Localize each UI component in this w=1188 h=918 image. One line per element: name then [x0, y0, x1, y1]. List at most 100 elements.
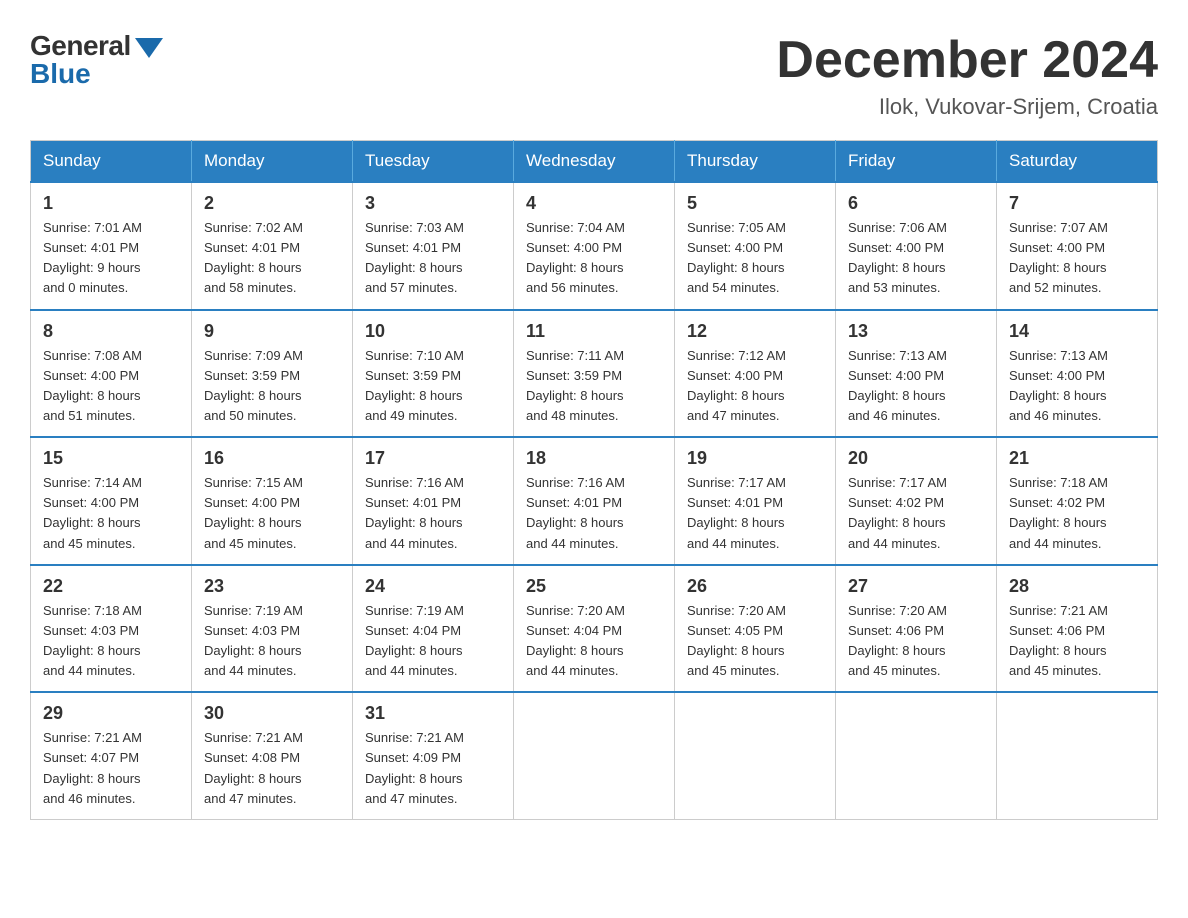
- calendar-cell: 14Sunrise: 7:13 AM Sunset: 4:00 PM Dayli…: [997, 310, 1158, 438]
- calendar-cell: 3Sunrise: 7:03 AM Sunset: 4:01 PM Daylig…: [353, 182, 514, 310]
- calendar-cell: [514, 692, 675, 819]
- day-info: Sunrise: 7:14 AM Sunset: 4:00 PM Dayligh…: [43, 473, 179, 554]
- day-number: 11: [526, 321, 662, 342]
- day-info: Sunrise: 7:19 AM Sunset: 4:03 PM Dayligh…: [204, 601, 340, 682]
- calendar-cell: 29 Sunrise: 7:21 AM Sunset: 4:07 PM Dayli…: [31, 692, 192, 819]
- calendar-cell: 30 Sunrise: 7:21 AM Sunset: 4:08 PM Dayli…: [192, 692, 353, 819]
- day-info: Sunrise: 7:18 AM Sunset: 4:03 PM Dayligh…: [43, 601, 179, 682]
- day-number: 1: [43, 193, 179, 214]
- day-info: Sunrise: 7:13 AM Sunset: 4:00 PM Dayligh…: [848, 346, 984, 427]
- calendar-cell: 23 Sunrise: 7:19 AM Sunset: 4:03 PM Dayli…: [192, 565, 353, 693]
- day-number: 8: [43, 321, 179, 342]
- day-number: 28: [1009, 576, 1145, 597]
- day-info: Sunrise: 7:21 AM Sunset: 4:08 PM Dayligh…: [204, 728, 340, 809]
- page-header: General Blue December 2024 Ilok, Vukovar…: [30, 30, 1158, 120]
- calendar-cell: 7 Sunrise: 7:07 AM Sunset: 4:00 PM Daylig…: [997, 182, 1158, 310]
- calendar-cell: 20 Sunrise: 7:17 AM Sunset: 4:02 PM Dayli…: [836, 437, 997, 565]
- calendar-cell: 12 Sunrise: 7:12 AM Sunset: 4:00 PM Dayli…: [675, 310, 836, 438]
- calendar-week-row: 8 Sunrise: 7:08 AM Sunset: 4:00 PM Daylig…: [31, 310, 1158, 438]
- day-info: Sunrise: 7:17 AM Sunset: 4:01 PM Dayligh…: [687, 473, 823, 554]
- day-info: Sunrise: 7:12 AM Sunset: 4:00 PM Dayligh…: [687, 346, 823, 427]
- day-number: 23: [204, 576, 340, 597]
- day-number: 17: [365, 448, 501, 469]
- calendar-header-thursday: Thursday: [675, 141, 836, 183]
- day-info: Sunrise: 7:01 AM Sunset: 4:01 PM Dayligh…: [43, 218, 179, 299]
- calendar-cell: 10 Sunrise: 7:10 AM Sunset: 3:59 PM Dayli…: [353, 310, 514, 438]
- day-number: 7: [1009, 193, 1145, 214]
- day-number: 29: [43, 703, 179, 724]
- day-number: 6: [848, 193, 984, 214]
- calendar-header-wednesday: Wednesday: [514, 141, 675, 183]
- day-number: 3: [365, 193, 501, 214]
- calendar-cell: 18Sunrise: 7:16 AM Sunset: 4:01 PM Dayli…: [514, 437, 675, 565]
- day-info: Sunrise: 7:16 AM Sunset: 4:01 PM Dayligh…: [365, 473, 501, 554]
- day-info: Sunrise: 7:19 AM Sunset: 4:04 PM Dayligh…: [365, 601, 501, 682]
- calendar-header-monday: Monday: [192, 141, 353, 183]
- calendar-cell: 21 Sunrise: 7:18 AM Sunset: 4:02 PM Dayli…: [997, 437, 1158, 565]
- day-number: 20: [848, 448, 984, 469]
- calendar-cell: 6 Sunrise: 7:06 AM Sunset: 4:00 PM Daylig…: [836, 182, 997, 310]
- calendar-header-tuesday: Tuesday: [353, 141, 514, 183]
- day-number: 21: [1009, 448, 1145, 469]
- calendar-cell: 4Sunrise: 7:04 AM Sunset: 4:00 PM Daylig…: [514, 182, 675, 310]
- calendar-cell: 15 Sunrise: 7:14 AM Sunset: 4:00 PM Dayli…: [31, 437, 192, 565]
- day-number: 5: [687, 193, 823, 214]
- calendar-cell: 22 Sunrise: 7:18 AM Sunset: 4:03 PM Dayli…: [31, 565, 192, 693]
- logo: General Blue: [30, 30, 163, 90]
- day-info: Sunrise: 7:20 AM Sunset: 4:05 PM Dayligh…: [687, 601, 823, 682]
- day-number: 9: [204, 321, 340, 342]
- day-info: Sunrise: 7:07 AM Sunset: 4:00 PM Dayligh…: [1009, 218, 1145, 299]
- day-number: 15: [43, 448, 179, 469]
- day-info: Sunrise: 7:20 AM Sunset: 4:04 PM Dayligh…: [526, 601, 662, 682]
- day-number: 24: [365, 576, 501, 597]
- day-number: 14: [1009, 321, 1145, 342]
- calendar-cell: 17 Sunrise: 7:16 AM Sunset: 4:01 PM Dayli…: [353, 437, 514, 565]
- calendar-week-row: 22 Sunrise: 7:18 AM Sunset: 4:03 PM Dayli…: [31, 565, 1158, 693]
- calendar-cell: 16 Sunrise: 7:15 AM Sunset: 4:00 PM Dayli…: [192, 437, 353, 565]
- calendar-cell: 25Sunrise: 7:20 AM Sunset: 4:04 PM Dayli…: [514, 565, 675, 693]
- day-info: Sunrise: 7:20 AM Sunset: 4:06 PM Dayligh…: [848, 601, 984, 682]
- day-number: 22: [43, 576, 179, 597]
- calendar-week-row: 15 Sunrise: 7:14 AM Sunset: 4:00 PM Dayli…: [31, 437, 1158, 565]
- day-info: Sunrise: 7:21 AM Sunset: 4:07 PM Dayligh…: [43, 728, 179, 809]
- day-info: Sunrise: 7:21 AM Sunset: 4:06 PM Dayligh…: [1009, 601, 1145, 682]
- day-number: 18: [526, 448, 662, 469]
- day-number: 26: [687, 576, 823, 597]
- calendar-cell: 31 Sunrise: 7:21 AM Sunset: 4:09 PM Dayli…: [353, 692, 514, 819]
- calendar-cell: 27 Sunrise: 7:20 AM Sunset: 4:06 PM Dayli…: [836, 565, 997, 693]
- day-info: Sunrise: 7:17 AM Sunset: 4:02 PM Dayligh…: [848, 473, 984, 554]
- day-info: Sunrise: 7:21 AM Sunset: 4:09 PM Dayligh…: [365, 728, 501, 809]
- calendar-cell: 8 Sunrise: 7:08 AM Sunset: 4:00 PM Daylig…: [31, 310, 192, 438]
- day-number: 31: [365, 703, 501, 724]
- day-info: Sunrise: 7:02 AM Sunset: 4:01 PM Dayligh…: [204, 218, 340, 299]
- day-number: 10: [365, 321, 501, 342]
- calendar-cell: 28 Sunrise: 7:21 AM Sunset: 4:06 PM Dayli…: [997, 565, 1158, 693]
- day-info: Sunrise: 7:10 AM Sunset: 3:59 PM Dayligh…: [365, 346, 501, 427]
- day-number: 27: [848, 576, 984, 597]
- day-number: 2: [204, 193, 340, 214]
- day-number: 19: [687, 448, 823, 469]
- day-info: Sunrise: 7:06 AM Sunset: 4:00 PM Dayligh…: [848, 218, 984, 299]
- calendar-cell: [836, 692, 997, 819]
- calendar-week-row: 29 Sunrise: 7:21 AM Sunset: 4:07 PM Dayli…: [31, 692, 1158, 819]
- day-number: 12: [687, 321, 823, 342]
- day-number: 4: [526, 193, 662, 214]
- calendar-week-row: 1 Sunrise: 7:01 AM Sunset: 4:01 PM Daylig…: [31, 182, 1158, 310]
- day-info: Sunrise: 7:09 AM Sunset: 3:59 PM Dayligh…: [204, 346, 340, 427]
- calendar-cell: [997, 692, 1158, 819]
- day-info: Sunrise: 7:15 AM Sunset: 4:00 PM Dayligh…: [204, 473, 340, 554]
- month-title: December 2024: [776, 30, 1158, 90]
- location-text: Ilok, Vukovar-Srijem, Croatia: [776, 94, 1158, 120]
- title-section: December 2024 Ilok, Vukovar-Srijem, Croa…: [776, 30, 1158, 120]
- day-info: Sunrise: 7:08 AM Sunset: 4:00 PM Dayligh…: [43, 346, 179, 427]
- calendar-cell: 26 Sunrise: 7:20 AM Sunset: 4:05 PM Dayli…: [675, 565, 836, 693]
- calendar-header-row: SundayMondayTuesdayWednesdayThursdayFrid…: [31, 141, 1158, 183]
- day-number: 30: [204, 703, 340, 724]
- day-number: 16: [204, 448, 340, 469]
- calendar-header-saturday: Saturday: [997, 141, 1158, 183]
- day-number: 13: [848, 321, 984, 342]
- calendar-cell: 1 Sunrise: 7:01 AM Sunset: 4:01 PM Daylig…: [31, 182, 192, 310]
- calendar-header-friday: Friday: [836, 141, 997, 183]
- day-info: Sunrise: 7:18 AM Sunset: 4:02 PM Dayligh…: [1009, 473, 1145, 554]
- day-info: Sunrise: 7:05 AM Sunset: 4:00 PM Dayligh…: [687, 218, 823, 299]
